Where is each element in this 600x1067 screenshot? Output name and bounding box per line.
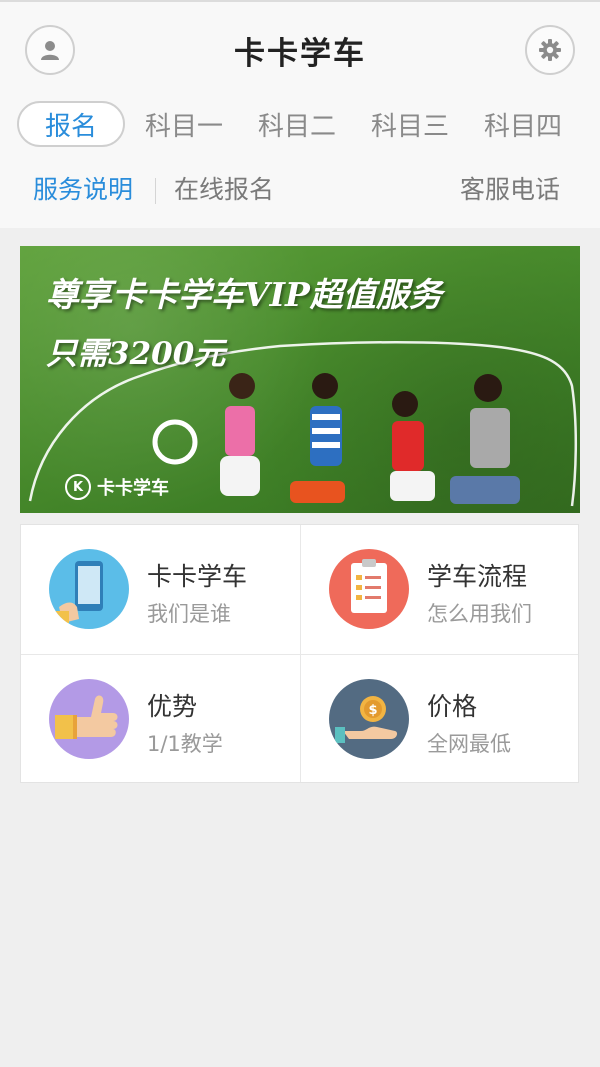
feature-price[interactable]: $ 价格 全网最低 [301,655,580,784]
tab-subject-four[interactable]: 科目四 [479,101,567,147]
feature-subtitle: 怎么用我们 [427,602,532,626]
feature-title: 卡卡学车 [147,562,248,591]
app-title: 卡卡学车 [234,36,366,72]
feature-advantage[interactable]: 优势 1/1教学 [21,655,300,784]
feature-process[interactable]: 学车流程 怎么用我们 [301,525,580,654]
top-divider [0,0,600,2]
banner-logo: K 卡卡学车 [65,474,169,500]
feature-title: 优势 [147,692,198,721]
settings-button[interactable] [525,25,575,75]
header: 卡卡学车 报名 科目一 科目二 科目三 科目四 服务说明 在线报名 客服电话 [0,0,600,228]
money-hand-icon: $ [329,679,409,759]
feature-about[interactable]: 卡卡学车 我们是谁 [21,525,300,654]
feature-subtitle: 全网最低 [427,732,511,756]
tab-subject-one[interactable]: 科目一 [140,101,228,147]
banner-headline: 尊享卡卡学车VIP超值服务 [46,275,442,314]
banner-price: 只需3200元 [46,336,226,372]
svg-text:$: $ [368,703,377,718]
subnav-customer-phone[interactable]: 客服电话 [460,170,560,206]
gear-icon [539,39,561,61]
promo-banner[interactable]: 尊享卡卡学车VIP超值服务 只需3200元 K 卡卡学车 [20,246,580,513]
subnav-online-signup[interactable]: 在线报名 [174,170,274,206]
feature-title: 价格 [427,692,478,721]
clipboard-icon [329,549,409,629]
tab-subject-three[interactable]: 科目三 [366,101,454,147]
feature-grid: 卡卡学车 我们是谁 学车流程 怎么用我们 优势 1/1教学 $ 价格 全网最低 [20,524,579,783]
feature-title: 学车流程 [427,562,528,591]
kaka-logo-icon: K [65,474,91,500]
thumbs-up-icon [49,679,129,759]
tab-signup[interactable]: 报名 [17,101,125,147]
tab-subject-two[interactable]: 科目二 [253,101,341,147]
phone-icon [49,549,129,629]
subnav-service-description[interactable]: 服务说明 [33,170,133,206]
feature-subtitle: 我们是谁 [147,602,231,626]
feature-subtitle: 1/1教学 [147,732,223,756]
subnav-divider [155,178,156,204]
banner-logo-text: 卡卡学车 [97,478,169,499]
